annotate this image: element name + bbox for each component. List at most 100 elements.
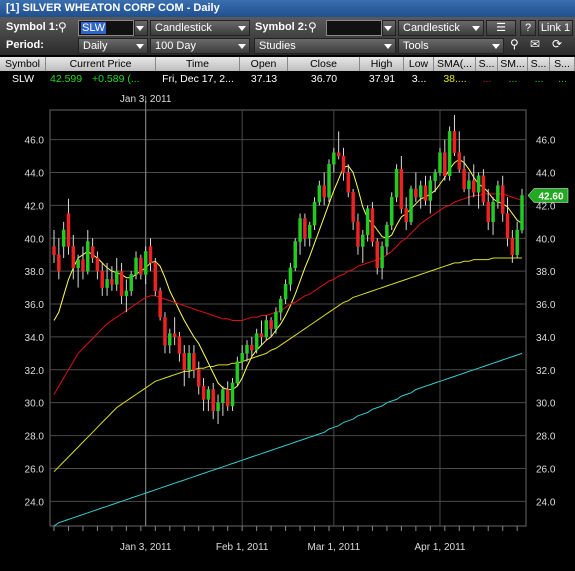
y-tick-label-left: 26.0 bbox=[25, 464, 45, 475]
symbol1-input[interactable]: SLW bbox=[78, 20, 134, 36]
candle-body bbox=[57, 254, 61, 272]
window-title: [1] SILVER WHEATON CORP COM - Daily bbox=[0, 0, 575, 17]
candle-body bbox=[245, 344, 249, 354]
candle-body bbox=[124, 290, 129, 297]
x-axis: Jan 3, 2011 Feb 1, 2011 Mar 1, 2011 Apr 1, … bbox=[53, 526, 518, 553]
candle-body bbox=[196, 369, 201, 387]
period-label: Period: bbox=[6, 39, 44, 51]
candle-body bbox=[496, 185, 500, 203]
candle-body bbox=[312, 201, 317, 226]
y-tick-label-right: 24.0 bbox=[536, 497, 556, 508]
candlestick-chart[interactable]: Jan 3, 2011 24.0 26.0 28.0 30.0 32.0 34.0 36.0… bbox=[0, 88, 575, 568]
candle-body bbox=[486, 201, 490, 223]
candle-body bbox=[336, 152, 341, 157]
y-tick-label-left: 30.0 bbox=[25, 399, 45, 410]
y-tick-label-right: 40.0 bbox=[536, 234, 556, 245]
chat-icon[interactable]: ✉ bbox=[530, 37, 540, 51]
menu-button[interactable]: ☰ bbox=[486, 20, 516, 36]
candle-body bbox=[389, 196, 394, 226]
zoom-icon[interactable]: ⚲ bbox=[510, 37, 519, 51]
candle-body bbox=[399, 168, 404, 209]
chart-type2-select[interactable]: Candlestick bbox=[398, 20, 484, 36]
candle-body bbox=[438, 152, 442, 173]
search-icon[interactable]: ⚲ bbox=[308, 20, 317, 34]
candle-body bbox=[172, 333, 177, 338]
y-tick-label-left: 42.0 bbox=[25, 201, 45, 212]
candle-body bbox=[279, 298, 283, 313]
x-tick-label: Mar 1, 2011 bbox=[308, 542, 361, 553]
candle-body bbox=[433, 172, 437, 181]
symbol2-input[interactable] bbox=[326, 20, 382, 36]
candle-body bbox=[409, 188, 413, 223]
y-tick-label-left: 46.0 bbox=[25, 136, 45, 147]
chart-type1-select[interactable]: Candlestick bbox=[150, 20, 250, 36]
x-tick-label: Jan 3, 2011 bbox=[120, 542, 172, 553]
candle-body bbox=[443, 152, 447, 177]
symbol1-dropdown-button[interactable] bbox=[134, 20, 148, 36]
candle-body bbox=[423, 185, 428, 201]
y-tick-label-right: 34.0 bbox=[536, 333, 556, 344]
candle-body bbox=[139, 257, 143, 275]
quote-symbol: SLW bbox=[12, 73, 34, 85]
header-current-price: Current Price bbox=[46, 57, 156, 71]
header-close: Close bbox=[288, 57, 360, 71]
candle-body bbox=[274, 311, 278, 329]
y-tick-label-right: 32.0 bbox=[536, 366, 556, 377]
candle-body bbox=[414, 188, 418, 198]
chevron-down-icon bbox=[492, 44, 500, 49]
header-s4: S... bbox=[528, 57, 550, 71]
candle-body bbox=[375, 241, 380, 269]
candle-body bbox=[418, 185, 423, 198]
candle-body bbox=[90, 246, 95, 259]
chart-area[interactable]: Jan 3, 2011 24.0 26.0 28.0 30.0 32.0 34.0 36.0… bbox=[0, 88, 575, 568]
y-tick-label-left: 36.0 bbox=[25, 300, 45, 311]
quote-time: Fri, Dec 17, 2... bbox=[162, 73, 234, 85]
period-select[interactable]: Daily bbox=[78, 38, 148, 54]
help-button[interactable]: ? bbox=[520, 20, 536, 36]
chevron-down-icon bbox=[384, 44, 392, 49]
header-s3: SM... bbox=[498, 57, 528, 71]
y-tick-label-right: 36.0 bbox=[536, 300, 556, 311]
quote-low: 3... bbox=[411, 73, 427, 85]
candle-body bbox=[447, 131, 452, 177]
candle-body bbox=[269, 320, 273, 329]
quote-close: 36.70 bbox=[310, 73, 338, 85]
y-tick-label-right: 46.0 bbox=[536, 136, 556, 147]
y-tick-label-right: 38.0 bbox=[536, 267, 556, 278]
link-button[interactable]: Link 1 bbox=[538, 20, 573, 36]
candle-body bbox=[230, 382, 235, 407]
candle-body bbox=[462, 168, 466, 190]
range-select[interactable]: 100 Day bbox=[150, 38, 250, 54]
candle-body bbox=[105, 279, 109, 288]
y-tick-label-right: 30.0 bbox=[536, 399, 556, 410]
quote-s5: ... bbox=[558, 73, 567, 85]
candle-body bbox=[327, 164, 331, 198]
symbol1-label: Symbol 1: bbox=[6, 21, 59, 33]
candle-body bbox=[177, 336, 182, 354]
header-s5: S... bbox=[550, 57, 575, 71]
candle-body bbox=[370, 208, 375, 242]
tools-select[interactable]: Tools bbox=[398, 38, 504, 54]
search-icon[interactable]: ⚲ bbox=[58, 20, 67, 34]
chart-overlay: 42.60 bbox=[527, 188, 569, 203]
studies-select[interactable]: Studies bbox=[254, 38, 396, 54]
symbol2-dropdown-button[interactable] bbox=[382, 20, 396, 36]
quote-s3: ... bbox=[508, 73, 518, 85]
candle-body bbox=[76, 259, 80, 269]
candle-body bbox=[332, 152, 336, 165]
candle-body bbox=[307, 224, 312, 239]
candle-body bbox=[206, 389, 211, 400]
quote-open: 37.13 bbox=[250, 73, 278, 85]
header-sma: SMA(... bbox=[434, 57, 476, 71]
candle-body bbox=[351, 191, 355, 223]
candle-body bbox=[293, 241, 297, 269]
quote-change: +0.589 (... bbox=[92, 73, 140, 85]
candle-body bbox=[317, 185, 322, 203]
header-time: Time bbox=[156, 57, 240, 71]
candle-body bbox=[380, 246, 384, 269]
candle-body bbox=[365, 208, 370, 236]
y-tick-label-right: 42.0 bbox=[536, 201, 556, 212]
refresh-icon[interactable]: ⟳ bbox=[552, 37, 562, 51]
candle-body bbox=[404, 208, 408, 223]
candle-body bbox=[481, 175, 486, 203]
